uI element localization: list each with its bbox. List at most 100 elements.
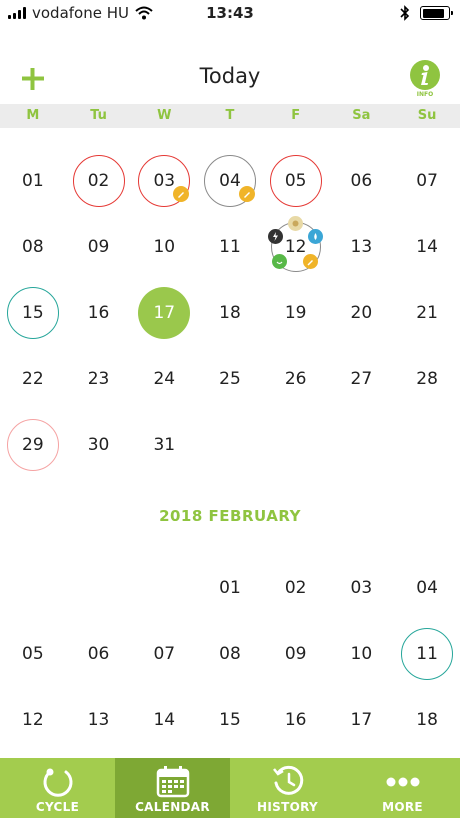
calendar-day[interactable]: 29 xyxy=(0,412,66,478)
weekday-sunday: Su xyxy=(417,108,437,123)
calendar-day[interactable]: 09 xyxy=(66,214,132,280)
calendar-day[interactable]: 10 xyxy=(329,621,395,687)
calendar-day[interactable]: 08 xyxy=(197,621,263,687)
calendar-day[interactable]: 04 xyxy=(394,555,460,621)
page-title[interactable]: Today xyxy=(0,64,460,88)
battery-icon xyxy=(420,6,453,20)
cycle-icon xyxy=(43,768,72,797)
calendar-day[interactable]: 14 xyxy=(131,687,197,753)
status-time: 13:43 xyxy=(206,4,254,22)
calendar-day[interactable]: 18 xyxy=(394,687,460,753)
tab-history[interactable]: HISTORY xyxy=(230,758,345,818)
weekday-friday: F xyxy=(291,108,301,123)
calendar-day[interactable]: 13 xyxy=(66,687,132,753)
tab-calendar[interactable]: CALENDAR xyxy=(115,758,230,818)
bluetooth-icon xyxy=(400,5,410,21)
tab-label: HISTORY xyxy=(257,800,318,814)
calendar-day[interactable]: 16 xyxy=(263,687,329,753)
mood-icon xyxy=(287,216,303,231)
calendar-day[interactable]: 13 xyxy=(329,214,395,280)
tab-cycle[interactable]: CYCLE xyxy=(0,758,115,818)
weekday-wednesday: W xyxy=(157,108,172,123)
calendar-day[interactable]: 05 xyxy=(263,148,329,214)
info-label: INFO xyxy=(416,91,434,98)
energy-icon xyxy=(267,229,283,244)
weekday-header: M Tu W T F Sa Su xyxy=(0,104,460,128)
calendar-day[interactable]: 19 xyxy=(263,280,329,346)
calendar-day[interactable]: 12 xyxy=(0,687,66,753)
calendar-day[interactable]: 15 xyxy=(0,280,66,346)
drop-icon xyxy=(307,229,323,244)
calendar-day[interactable]: 11 xyxy=(197,214,263,280)
empty-day xyxy=(66,555,132,621)
calendar-day[interactable]: 16 xyxy=(66,280,132,346)
week-row: 08 09 10 11 12 13 14 xyxy=(0,214,460,280)
calendar-day[interactable]: 09 xyxy=(263,621,329,687)
weekday-saturday: Sa xyxy=(352,108,371,123)
weekday-tuesday: Tu xyxy=(90,108,107,123)
calendar-day[interactable]: 20 xyxy=(329,280,395,346)
calendar-day[interactable]: 30 xyxy=(66,412,132,478)
empty-day xyxy=(0,555,66,621)
calendar-day[interactable]: 15 xyxy=(197,687,263,753)
calendar-day[interactable]: 17 xyxy=(329,687,395,753)
calendar-icon xyxy=(156,766,189,798)
calendar-day[interactable]: 02 xyxy=(66,148,132,214)
week-row: 12 13 14 15 16 17 18 xyxy=(0,687,460,757)
week-row: 15 16 17 18 19 20 21 xyxy=(0,280,460,346)
calendar-day[interactable]: 23 xyxy=(66,346,132,412)
month-january: 01 02 03 04 05 06 07 08 09 10 11 12 13 1… xyxy=(0,148,460,478)
note-icon xyxy=(238,186,255,202)
calendar-day[interactable]: 07 xyxy=(131,621,197,687)
info-button[interactable]: INFO xyxy=(408,60,442,104)
calendar-day[interactable]: 01 xyxy=(0,148,66,214)
weekday-thursday: T xyxy=(225,108,235,123)
weekday-monday: M xyxy=(26,108,40,123)
history-icon xyxy=(272,765,303,795)
more-icon xyxy=(386,777,419,787)
tab-label: CYCLE xyxy=(35,800,80,814)
calendar-day[interactable]: 05 xyxy=(0,621,66,687)
calendar-day[interactable]: 11 xyxy=(394,621,460,687)
note-icon xyxy=(302,254,318,269)
top-bar: Today INFO xyxy=(0,58,460,104)
empty-day xyxy=(329,412,395,478)
calendar-day[interactable]: 28 xyxy=(394,346,460,412)
week-row: 29 30 31 xyxy=(0,412,460,478)
calendar-day[interactable]: 31 xyxy=(131,412,197,478)
calendar-day[interactable]: 02 xyxy=(263,555,329,621)
note-icon xyxy=(173,186,190,202)
calendar-day[interactable]: 03 xyxy=(329,555,395,621)
week-row: 05 06 07 08 09 10 11 xyxy=(0,621,460,687)
calendar-day[interactable]: 24 xyxy=(131,346,197,412)
smile-icon xyxy=(271,254,287,269)
calendar-day[interactable]: 18 xyxy=(197,280,263,346)
week-row: 22 23 24 25 26 27 28 xyxy=(0,346,460,412)
calendar-day[interactable]: 14 xyxy=(394,214,460,280)
calendar-day[interactable]: 01 xyxy=(197,555,263,621)
calendar-day[interactable]: 03 xyxy=(131,148,197,214)
tab-label: MORE xyxy=(382,800,423,814)
calendar-day[interactable]: 25 xyxy=(197,346,263,412)
calendar-day[interactable]: 12 xyxy=(263,214,329,280)
month-title: 2018 FEBRUARY xyxy=(159,507,301,525)
calendar-day[interactable]: 08 xyxy=(0,214,66,280)
status-bar: vodafone HU 13:43 xyxy=(0,0,460,28)
calendar-day[interactable]: 26 xyxy=(263,346,329,412)
calendar-day[interactable]: 22 xyxy=(0,346,66,412)
month-february: 01 02 03 04 05 06 07 08 09 10 11 12 13 1… xyxy=(0,555,460,757)
info-icon xyxy=(410,60,440,90)
calendar-day[interactable]: 27 xyxy=(329,346,395,412)
tab-label: CALENDAR xyxy=(135,800,210,814)
empty-day xyxy=(263,412,329,478)
calendar-day[interactable]: 07 xyxy=(394,148,460,214)
week-row: 01 02 03 04 xyxy=(0,555,460,621)
calendar-day[interactable]: 04 xyxy=(197,148,263,214)
calendar-day[interactable]: 06 xyxy=(329,148,395,214)
tab-more[interactable]: MORE xyxy=(345,758,460,818)
calendar-day[interactable]: 06 xyxy=(66,621,132,687)
calendar-day[interactable]: 21 xyxy=(394,280,460,346)
calendar-day[interactable]: 10 xyxy=(131,214,197,280)
calendar-day-today[interactable]: 17 xyxy=(131,280,197,346)
tab-bar: CYCLE CALENDAR HISTORY MORE xyxy=(0,758,460,818)
